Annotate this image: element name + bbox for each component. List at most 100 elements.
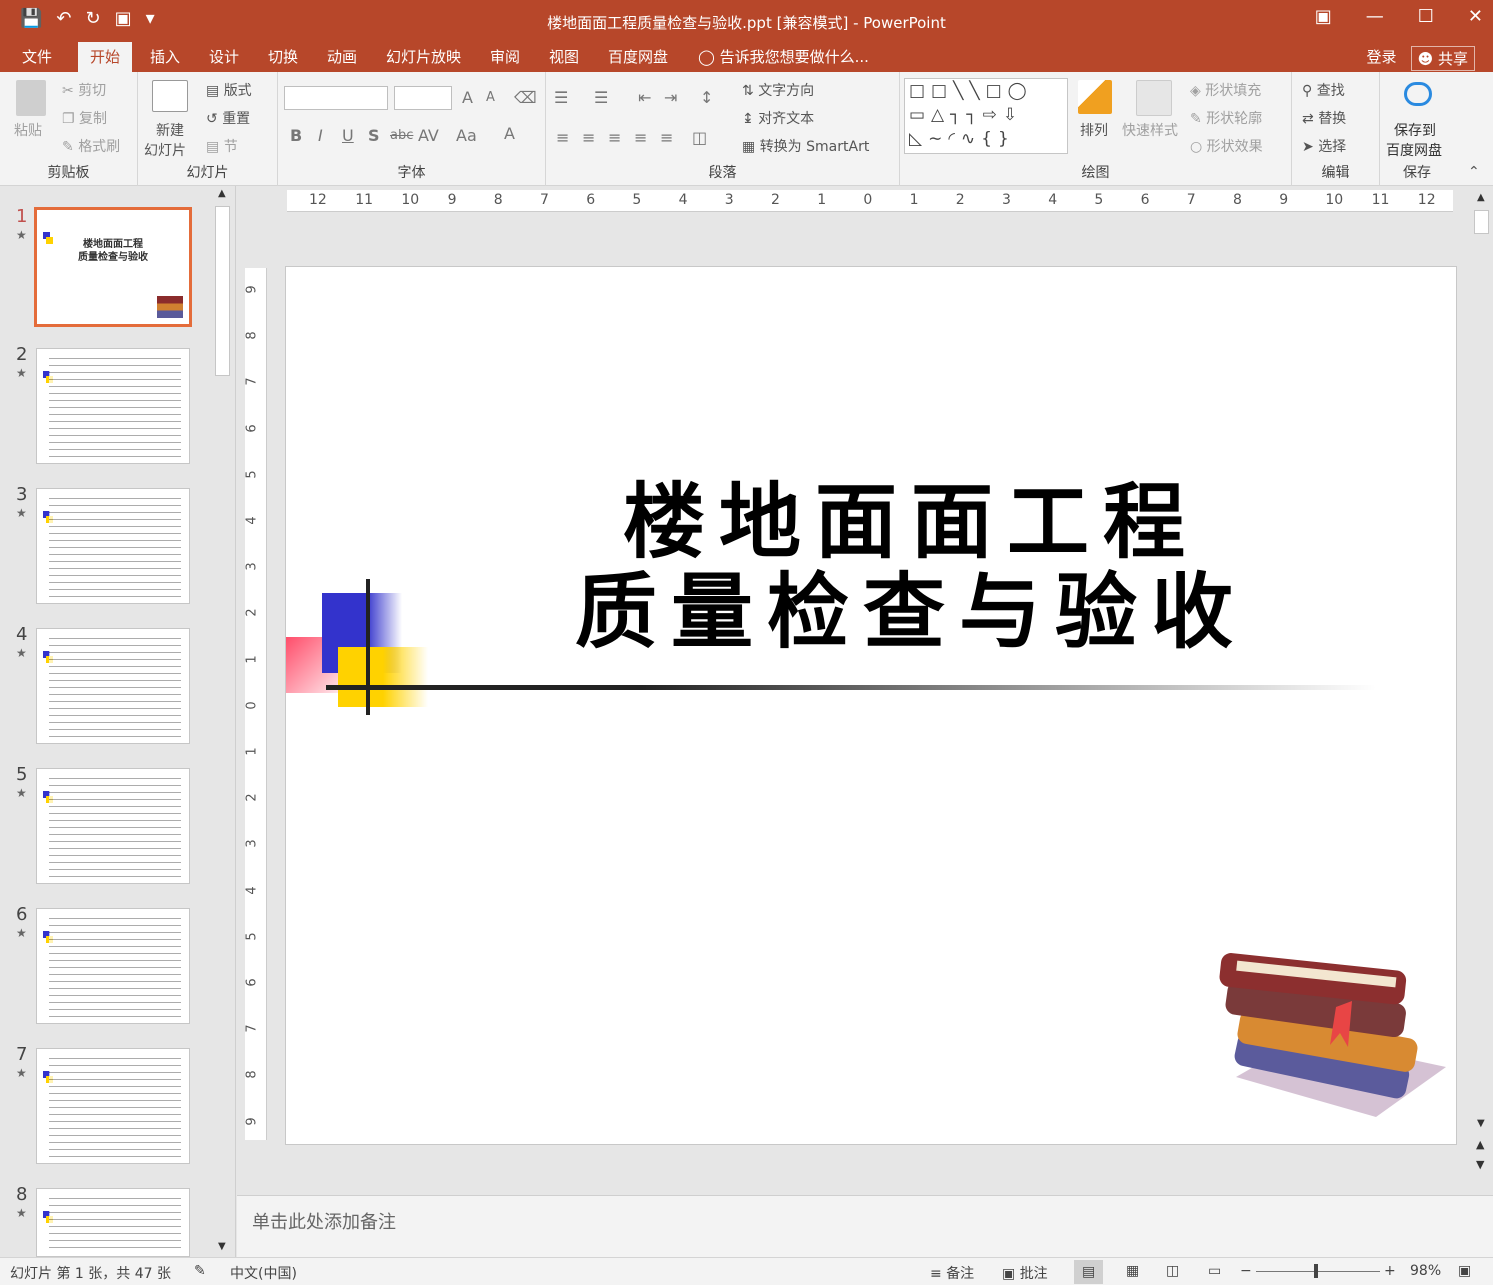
normal-view-icon[interactable]: ▤ — [1074, 1260, 1104, 1284]
tab-review[interactable]: 审阅 — [490, 46, 520, 67]
new-slide-line1[interactable]: 新建 — [156, 120, 184, 140]
new-slide-icon[interactable] — [152, 80, 188, 112]
editor-scrollbar[interactable]: ▲ ▼ ▲ ▼ — [1473, 192, 1491, 1182]
char-spacing-button[interactable]: AV — [418, 126, 439, 145]
scroll-down-icon[interactable]: ▼ — [1477, 1118, 1485, 1129]
thumbnail-scrollbar[interactable]: ▲ ▼ — [214, 188, 232, 1254]
slide-thumbnail-6[interactable] — [36, 908, 190, 1024]
scroll-up-icon[interactable]: ▲ — [218, 188, 226, 199]
smartart-button[interactable]: ▦ 转换为 SmartArt — [742, 136, 869, 156]
strikethrough-button[interactable]: abc — [390, 128, 413, 143]
find-button[interactable]: ⚲ 查找 — [1302, 80, 1345, 100]
tab-home[interactable]: 开始 — [78, 42, 133, 72]
slide-sorter-icon[interactable]: ▦ — [1126, 1263, 1139, 1279]
align-left-icon[interactable]: ≡ — [556, 128, 569, 147]
ribbon-display-icon[interactable]: ▣ — [1315, 6, 1332, 27]
font-color-button[interactable]: A — [504, 124, 515, 143]
slide-thumbnail-7[interactable] — [36, 1048, 190, 1164]
shape-outline-button[interactable]: ✎ 形状轮廓 — [1190, 108, 1262, 128]
zoom-in-icon[interactable]: + — [1384, 1263, 1396, 1279]
format-painter-button[interactable]: ✎ 格式刷 — [62, 136, 120, 156]
font-size-combo[interactable] — [394, 86, 452, 110]
maximize-icon[interactable]: ☐ — [1418, 6, 1434, 27]
slide-thumbnail-5[interactable] — [36, 768, 190, 884]
baidu-cloud-icon[interactable] — [1404, 82, 1432, 106]
copy-button[interactable]: ❐ 复制 — [62, 108, 107, 128]
new-slide-line2[interactable]: 幻灯片 — [144, 140, 186, 160]
tab-insert[interactable]: 插入 — [150, 46, 180, 67]
justify-icon[interactable]: ≡ — [634, 128, 647, 147]
tab-animations[interactable]: 动画 — [327, 46, 357, 67]
numbering-icon[interactable]: ☰ — [594, 88, 608, 107]
scroll-up-icon[interactable]: ▲ — [1477, 192, 1485, 203]
cut-button[interactable]: ✂ 剪切 — [62, 80, 106, 100]
select-button[interactable]: ➤ 选择 — [1302, 136, 1346, 156]
zoom-slider-thumb[interactable] — [1314, 1264, 1318, 1278]
save-to-baidu-line1[interactable]: 保存到 — [1394, 120, 1436, 140]
slide-thumbnail-8[interactable] — [36, 1188, 190, 1257]
notes-pane[interactable]: 单击此处添加备注 — [237, 1195, 1493, 1257]
paste-icon[interactable] — [16, 80, 46, 116]
shadow-button[interactable]: S — [368, 126, 380, 145]
clear-format-icon[interactable]: ⌫ — [514, 88, 537, 107]
slideshow-icon[interactable]: ▭ — [1208, 1263, 1221, 1279]
minimize-icon[interactable]: — — [1366, 6, 1384, 27]
font-name-combo[interactable] — [284, 86, 388, 110]
slide-thumbnail-1[interactable]: 楼地面面工程 质量检查与验收 — [34, 207, 192, 327]
login-link[interactable]: 登录 — [1367, 46, 1397, 71]
quick-styles-button[interactable]: 快速样式 — [1122, 120, 1178, 140]
zoom-slider[interactable] — [1256, 1271, 1380, 1272]
slide-thumbnail-3[interactable] — [36, 488, 190, 604]
zoom-level[interactable]: 98% — [1410, 1263, 1441, 1279]
close-icon[interactable]: ✕ — [1468, 6, 1483, 27]
distributed-icon[interactable]: ≡ — [660, 128, 673, 147]
fit-slide-icon[interactable]: ▣ — [1458, 1263, 1471, 1279]
text-direction-button[interactable]: ⇅ 文字方向 — [742, 80, 814, 100]
slide-thumbnail-2[interactable] — [36, 348, 190, 464]
reading-view-icon[interactable]: ◫ — [1166, 1263, 1179, 1279]
language-indicator[interactable]: 中文(中国) — [230, 1263, 297, 1283]
section-button[interactable]: ▤ 节 — [206, 136, 238, 156]
share-button[interactable]: ☻ 共享 — [1410, 46, 1475, 71]
paste-button[interactable]: 粘贴 — [14, 120, 42, 140]
arrange-button[interactable]: 排列 — [1080, 120, 1108, 140]
tab-file[interactable]: 文件 — [22, 46, 52, 67]
bold-button[interactable]: B — [290, 126, 302, 145]
spellcheck-icon[interactable]: ✎ — [194, 1263, 206, 1279]
tab-transitions[interactable]: 切换 — [268, 46, 298, 67]
zoom-out-icon[interactable]: − — [1240, 1263, 1252, 1279]
save-to-baidu-line2[interactable]: 百度网盘 — [1386, 140, 1442, 160]
scrollbar-thumb[interactable] — [215, 206, 230, 376]
grow-font-button[interactable]: A — [462, 88, 473, 107]
arrange-icon[interactable] — [1078, 80, 1112, 114]
tab-baidu[interactable]: 百度网盘 — [608, 46, 668, 67]
previous-slide-icon[interactable]: ▲ — [1476, 1138, 1484, 1151]
underline-button[interactable]: U — [342, 126, 354, 145]
change-case-button[interactable]: Aa — [456, 126, 477, 145]
line-spacing-icon[interactable]: ↕ — [700, 88, 713, 107]
slide-title[interactable]: 楼地面面工程 质量检查与验收 — [486, 477, 1336, 657]
scroll-down-icon[interactable]: ▼ — [218, 1241, 226, 1252]
italic-button[interactable]: I — [318, 126, 323, 145]
quick-styles-icon[interactable] — [1136, 80, 1172, 116]
shapes-gallery[interactable]: □□╲╲□◯ ▭△┐┐⇨⇩ ◺∼◜∿{} — [904, 78, 1068, 154]
scrollbar-thumb[interactable] — [1474, 210, 1489, 234]
align-text-button[interactable]: ↨ 对齐文本 — [742, 108, 814, 128]
comments-toggle[interactable]: ▣ 批注 — [1002, 1263, 1048, 1283]
slide-thumbnail-4[interactable] — [36, 628, 190, 744]
notes-toggle[interactable]: ≡ 备注 — [930, 1263, 974, 1283]
tab-view[interactable]: 视图 — [549, 46, 579, 67]
decrease-indent-icon[interactable]: ⇤ — [638, 88, 651, 107]
next-slide-icon[interactable]: ▼ — [1476, 1158, 1484, 1171]
current-slide[interactable]: 楼地面面工程 质量检查与验收 — [285, 266, 1457, 1145]
increase-indent-icon[interactable]: ⇥ — [664, 88, 677, 107]
tab-slideshow[interactable]: 幻灯片放映 — [386, 46, 461, 67]
columns-icon[interactable]: ◫ — [692, 128, 707, 147]
tab-design[interactable]: 设计 — [209, 46, 239, 67]
shape-fill-button[interactable]: ◈ 形状填充 — [1190, 80, 1261, 100]
layout-button[interactable]: ▤ 版式 — [206, 80, 252, 100]
align-right-icon[interactable]: ≡ — [608, 128, 621, 147]
books-clipart-icon[interactable] — [1216, 937, 1456, 1127]
collapse-ribbon-icon[interactable]: ⌃ — [1468, 164, 1480, 180]
shrink-font-button[interactable]: A — [486, 90, 495, 105]
